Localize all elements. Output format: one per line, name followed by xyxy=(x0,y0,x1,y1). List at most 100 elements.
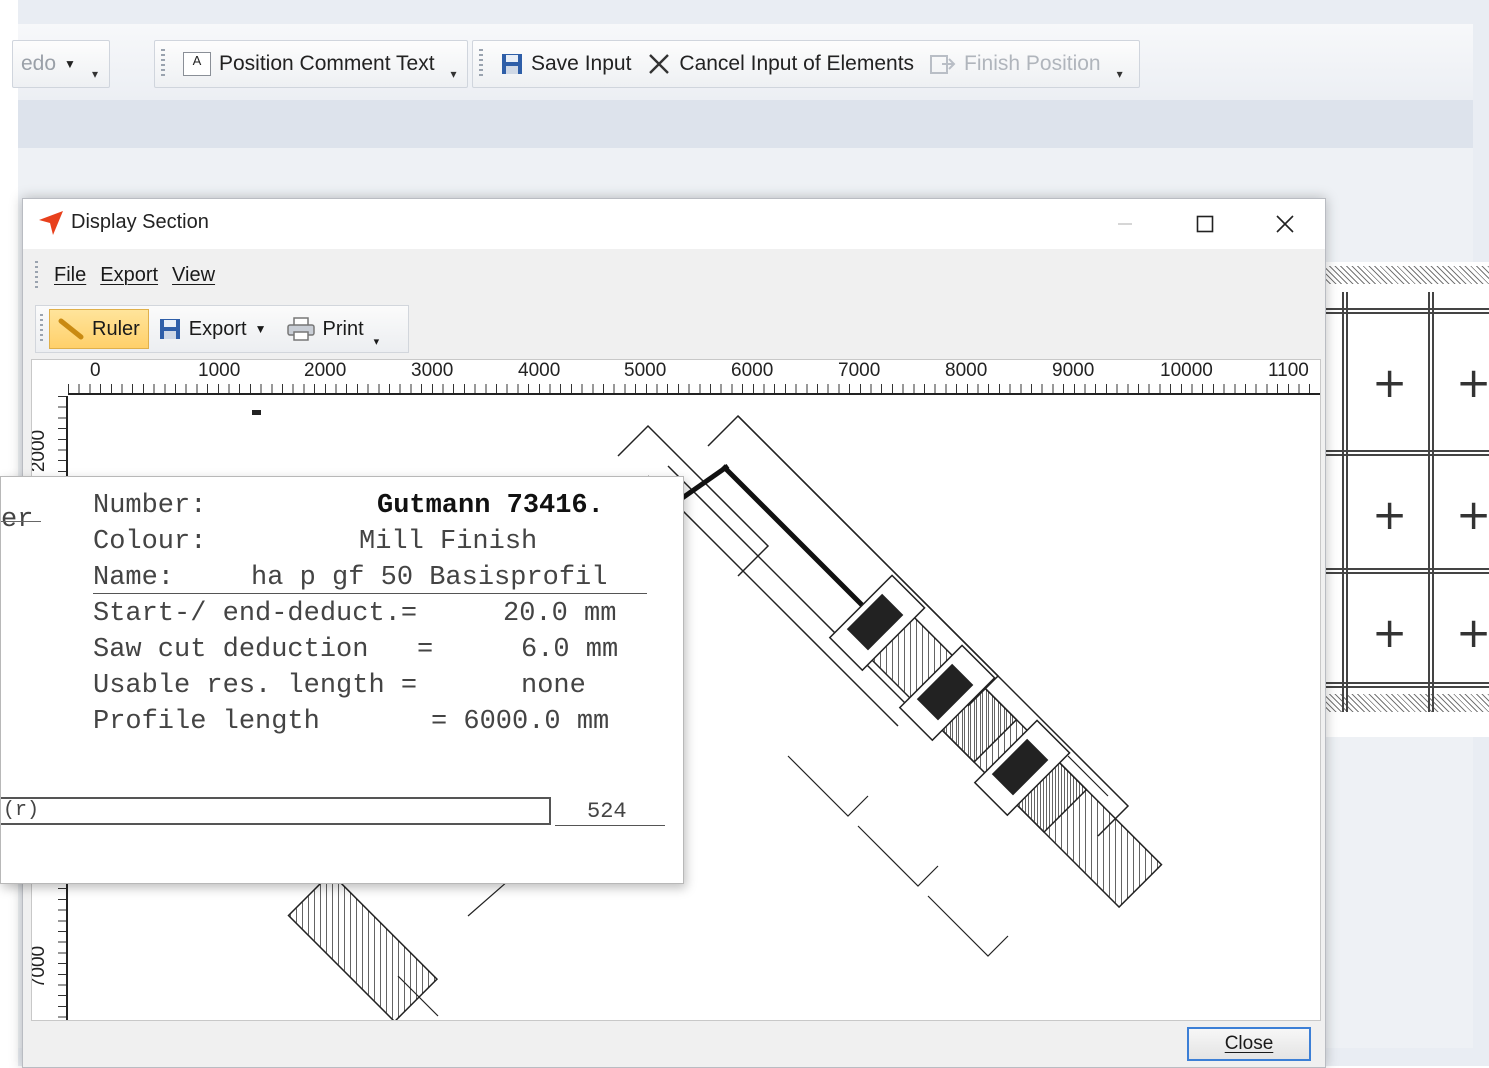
hatch-strip xyxy=(1324,694,1489,712)
plus-marker-icon: + xyxy=(1456,608,1489,657)
underline xyxy=(555,825,665,826)
toolbar-overflow-icon[interactable]: ▾ xyxy=(451,67,457,81)
ruler-tick-label: 5000 xyxy=(624,360,667,381)
grid-line xyxy=(1342,292,1348,712)
cancel-x-icon xyxy=(649,54,670,74)
chevron-down-icon[interactable]: ▼ xyxy=(64,57,76,71)
usable-length-value: none xyxy=(521,671,586,701)
finish-position-label: Finish Position xyxy=(964,52,1101,75)
ruler-icon xyxy=(58,318,84,340)
maximize-icon xyxy=(1196,215,1214,233)
minimize-icon xyxy=(1118,223,1132,225)
plus-marker-icon: + xyxy=(1456,358,1489,407)
save-input-label: Save Input xyxy=(531,52,632,75)
printer-icon xyxy=(286,317,315,341)
close-button[interactable]: Close xyxy=(1187,1027,1311,1061)
ruler-tick-label: 2000 xyxy=(31,429,50,473)
menu-view[interactable]: View xyxy=(172,264,215,287)
name-label: Name: xyxy=(93,563,175,593)
number-label: Number: xyxy=(93,491,207,521)
ruler-baseline xyxy=(68,393,1320,395)
grid-line xyxy=(1324,568,1489,574)
ruler-tick-label: 0 xyxy=(90,360,101,381)
ruler-tick-label: 8000 xyxy=(945,360,988,381)
position-comment-text-button[interactable]: A Position Comment Text xyxy=(175,52,443,76)
name-value: ha p gf 50 Basisprofil xyxy=(251,563,608,593)
colour-value: Mill Finish xyxy=(359,527,538,557)
close-icon xyxy=(1276,215,1294,233)
print-label: Print xyxy=(322,317,364,340)
maximize-button[interactable] xyxy=(1175,199,1235,249)
comment-toolbar-group: A Position Comment Text ▾ xyxy=(154,40,468,88)
save-icon xyxy=(159,319,180,339)
toolbar-overflow-icon[interactable]: ▾ xyxy=(92,67,98,81)
callout-edge-text: er xyxy=(1,505,34,535)
ruler-tick-label: 7000 xyxy=(31,945,50,989)
toolbar-overflow-icon[interactable]: ▾ xyxy=(374,335,380,348)
ruler-tick-label: 4000 xyxy=(518,360,561,381)
label-bar-number: 524 xyxy=(587,799,627,824)
grid-line xyxy=(1324,308,1489,314)
label-bar-text: (r) xyxy=(3,799,40,822)
cancel-input-button[interactable]: Cancel Input of Elements xyxy=(639,52,922,76)
chevron-down-icon: ▼ xyxy=(254,322,267,336)
ruler-tick-label: 6000 xyxy=(731,360,774,381)
start-end-deduct-value: 20.0 mm xyxy=(503,599,617,629)
profile-length-label: Profile length xyxy=(93,707,320,737)
toolbar-grip[interactable] xyxy=(479,49,483,79)
menu-export[interactable]: Export xyxy=(100,264,158,287)
profile-length-value: = 6000.0 mm xyxy=(431,707,610,737)
menu-file[interactable]: File xyxy=(54,264,86,287)
dialog-toolbar: Ruler Export ▼ Print ▾ xyxy=(35,305,409,353)
ruler-label: Ruler xyxy=(92,317,140,340)
undo-redo-group: edo ▼ ▾ xyxy=(12,40,110,88)
cancel-input-label: Cancel Input of Elements xyxy=(679,52,915,75)
toolbar-grip[interactable] xyxy=(40,314,43,344)
print-button[interactable]: Print xyxy=(277,317,374,341)
grid-line xyxy=(1428,292,1434,712)
ruler-tick-label: 3000 xyxy=(411,360,454,381)
app-logo-icon xyxy=(39,211,63,235)
ruler-tick-label: 10000 xyxy=(1160,360,1213,381)
plus-marker-icon: + xyxy=(1372,608,1408,657)
ruler-button[interactable]: Ruler xyxy=(49,309,149,349)
horizontal-ruler: 0 1000 2000 3000 4000 5000 6000 7000 800… xyxy=(32,360,1320,395)
export-dropdown-button[interactable]: Export ▼ xyxy=(149,318,277,341)
finish-position-icon xyxy=(930,55,956,74)
save-input-button[interactable]: Save Input xyxy=(493,52,639,76)
grid-line xyxy=(1324,450,1489,456)
plus-marker-icon: + xyxy=(1372,358,1408,407)
dialog-titlebar[interactable]: Display Section xyxy=(23,199,1325,249)
minimize-button[interactable] xyxy=(1095,199,1155,249)
name-underline xyxy=(93,593,647,594)
ruler-tick-label: 1100 xyxy=(1268,360,1309,381)
underline xyxy=(1,521,41,522)
saw-cut-deduction-value: 6.0 mm xyxy=(521,635,619,665)
toolbar-overflow-icon[interactable]: ▾ xyxy=(1117,67,1123,81)
plus-marker-icon: + xyxy=(1372,490,1408,539)
close-window-button[interactable] xyxy=(1255,199,1315,249)
ruler-tick-label: 7000 xyxy=(838,360,881,381)
close-button-label: Close xyxy=(1224,1033,1274,1054)
colour-label: Colour: xyxy=(93,527,207,557)
usable-length-label: Usable res. length = xyxy=(93,671,418,701)
position-comment-text-label: Position Comment Text xyxy=(219,52,435,75)
menu-bar: File Export View xyxy=(35,257,215,293)
ruler-tick-label: 1000 xyxy=(198,360,241,381)
zoom-callout: er Number: Gutmann 73416. Colour: Mill F… xyxy=(0,476,684,884)
grid-line xyxy=(1324,682,1489,688)
text-box-icon: A xyxy=(183,52,211,76)
toolbar-grip[interactable] xyxy=(161,49,165,79)
label-bar: (r) xyxy=(1,797,551,825)
ruler-tick-label: 9000 xyxy=(1052,360,1095,381)
hatch-strip xyxy=(1324,266,1489,284)
redo-label: edo xyxy=(21,52,57,75)
redo-button[interactable]: edo ▼ xyxy=(13,52,84,76)
dialog-title: Display Section xyxy=(71,211,209,233)
menu-grip[interactable] xyxy=(35,261,38,289)
finish-position-button[interactable]: Finish Position xyxy=(922,52,1109,76)
number-value: Gutmann 73416. xyxy=(377,491,604,521)
background-band xyxy=(18,100,1473,148)
input-toolbar-group: Save Input Cancel Input of Elements Fini… xyxy=(472,40,1140,88)
background-drawing: + + + + + + xyxy=(1324,262,1489,737)
